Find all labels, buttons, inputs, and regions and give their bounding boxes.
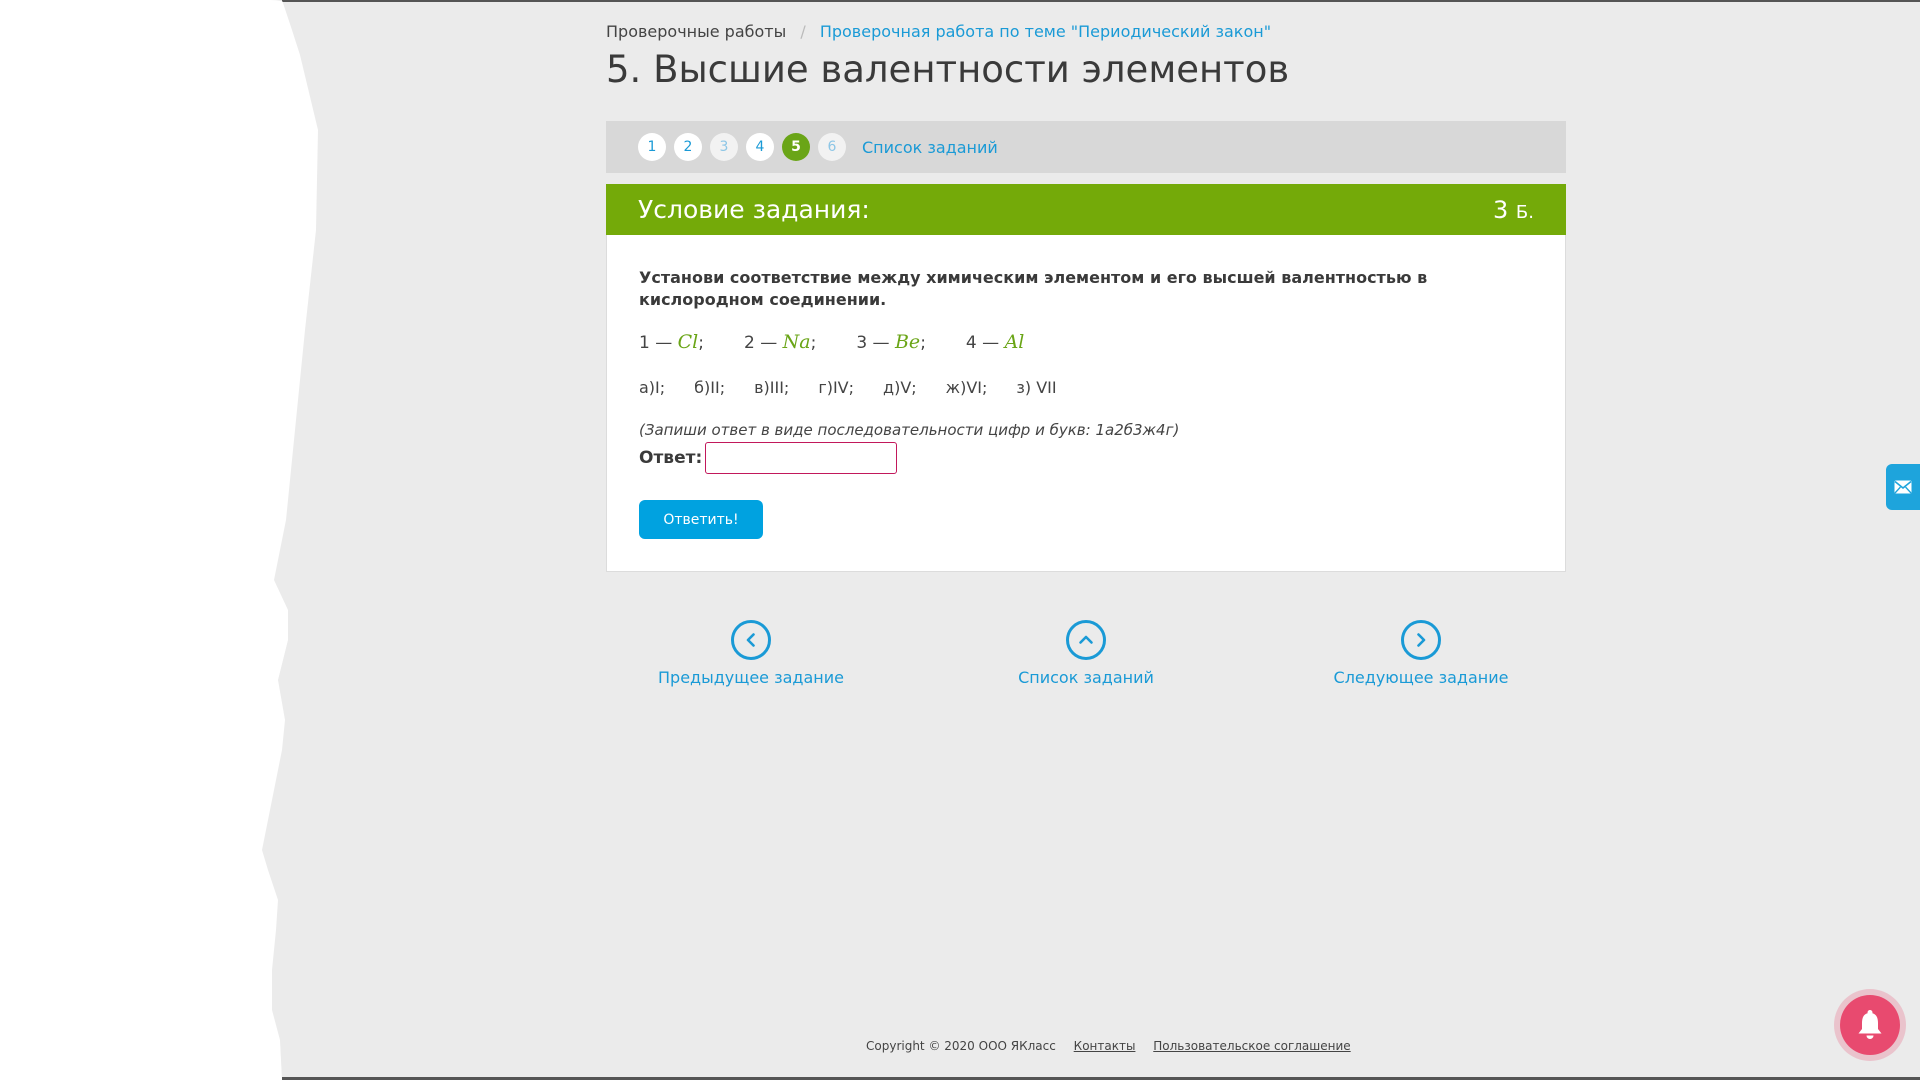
valence-option: в)III; xyxy=(754,378,790,397)
valence-option: з) VII xyxy=(1016,378,1057,397)
element-symbol: Be xyxy=(894,331,921,353)
points-badge: 3 Б. xyxy=(1493,196,1534,224)
footer-agreement-link[interactable]: Пользовательское соглашение xyxy=(1153,1039,1350,1053)
valence-option: а)I; xyxy=(639,378,666,397)
condition-title: Условие задания: xyxy=(638,195,870,224)
task-list-link[interactable]: Список заданий xyxy=(862,138,998,157)
breadcrumb-root[interactable]: Проверочные работы xyxy=(606,22,786,41)
submit-answer-button[interactable]: Ответить! xyxy=(639,500,763,539)
element-number: 2 — xyxy=(744,333,778,353)
element-item: 4 — Al xyxy=(966,331,1024,353)
element-item: 3 — Be; xyxy=(856,331,926,353)
feedback-tab[interactable] xyxy=(1886,464,1920,510)
valence-option: ж)VI; xyxy=(945,378,988,397)
chevron-up-circle-icon[interactable] xyxy=(1066,620,1106,660)
bell-icon[interactable] xyxy=(1855,1009,1885,1041)
breadcrumb: Проверочные работы / Проверочная работа … xyxy=(606,22,1271,41)
footer: Copyright © 2020 ООО ЯКласс Контакты Пол… xyxy=(866,1039,1351,1053)
chevron-right-circle-icon[interactable] xyxy=(1401,620,1441,660)
element-number: 3 — xyxy=(856,333,890,353)
footer-copyright: Copyright © 2020 ООО ЯКласс xyxy=(866,1039,1056,1053)
step-4[interactable]: 4 xyxy=(746,133,774,161)
element-punct: ; xyxy=(698,333,704,353)
task-step-nav: 1 2 3 4 5 6 Список заданий xyxy=(606,121,1566,173)
elements-list: 1 — Cl; 2 — Na; 3 — Be; 4 — Al xyxy=(639,331,1064,353)
element-item: 2 — Na; xyxy=(744,331,816,353)
element-symbol: Al xyxy=(1004,331,1025,353)
task-list-bottom-link[interactable]: Список заданий xyxy=(966,620,1206,687)
prev-task-label[interactable]: Предыдущее задание xyxy=(658,668,844,687)
answer-label: Ответ: xyxy=(639,448,703,468)
answer-input[interactable] xyxy=(705,442,898,474)
element-number: 1 — xyxy=(639,333,673,353)
task-body: Установи соответствие между химическим э… xyxy=(606,235,1566,572)
step-5-active[interactable]: 5 xyxy=(782,133,810,161)
answer-row: Ответ: xyxy=(639,442,898,474)
points-unit: Б. xyxy=(1515,201,1534,223)
top-border xyxy=(282,0,1920,2)
next-task-link[interactable]: Следующее задание xyxy=(1301,620,1541,687)
valence-options: а)I; б)II; в)III; г)IV; д)V; ж)VI; з) VI… xyxy=(639,378,1086,397)
element-number: 4 — xyxy=(965,333,1000,353)
footer-contacts-link[interactable]: Контакты xyxy=(1074,1039,1136,1053)
notifications-button[interactable] xyxy=(1840,995,1900,1055)
answer-hint: (Запиши ответ в виде последовательности … xyxy=(639,421,1180,439)
points-value: 3 xyxy=(1493,195,1509,224)
task-list-bottom-label[interactable]: Список заданий xyxy=(1018,668,1154,687)
element-symbol: Cl xyxy=(677,331,699,353)
valence-option: г)IV; xyxy=(818,378,855,397)
element-symbol: Na xyxy=(782,331,811,353)
mail-icon[interactable] xyxy=(1894,480,1912,494)
breadcrumb-separator: / xyxy=(800,22,806,41)
element-punct: ; xyxy=(920,333,926,353)
valence-option: б)II; xyxy=(694,378,726,397)
step-2[interactable]: 2 xyxy=(674,133,702,161)
chevron-left-circle-icon[interactable] xyxy=(731,620,771,660)
step-1[interactable]: 1 xyxy=(638,133,666,161)
redacted-area xyxy=(0,0,330,1080)
element-punct: ; xyxy=(810,333,817,353)
step-6[interactable]: 6 xyxy=(818,133,846,161)
task-text: Установи соответствие между химическим э… xyxy=(639,268,1428,309)
valence-option: д)V; xyxy=(883,378,917,397)
condition-header: Условие задания: 3 Б. xyxy=(606,184,1566,235)
next-task-label[interactable]: Следующее задание xyxy=(1334,668,1509,687)
element-item: 1 — Cl; xyxy=(639,331,704,353)
breadcrumb-current-link[interactable]: Проверочная работа по теме "Периодически… xyxy=(820,22,1271,41)
step-3[interactable]: 3 xyxy=(710,133,738,161)
prev-task-link[interactable]: Предыдущее задание xyxy=(631,620,871,687)
page-title: 5. Высшие валентности элементов xyxy=(606,48,1290,91)
